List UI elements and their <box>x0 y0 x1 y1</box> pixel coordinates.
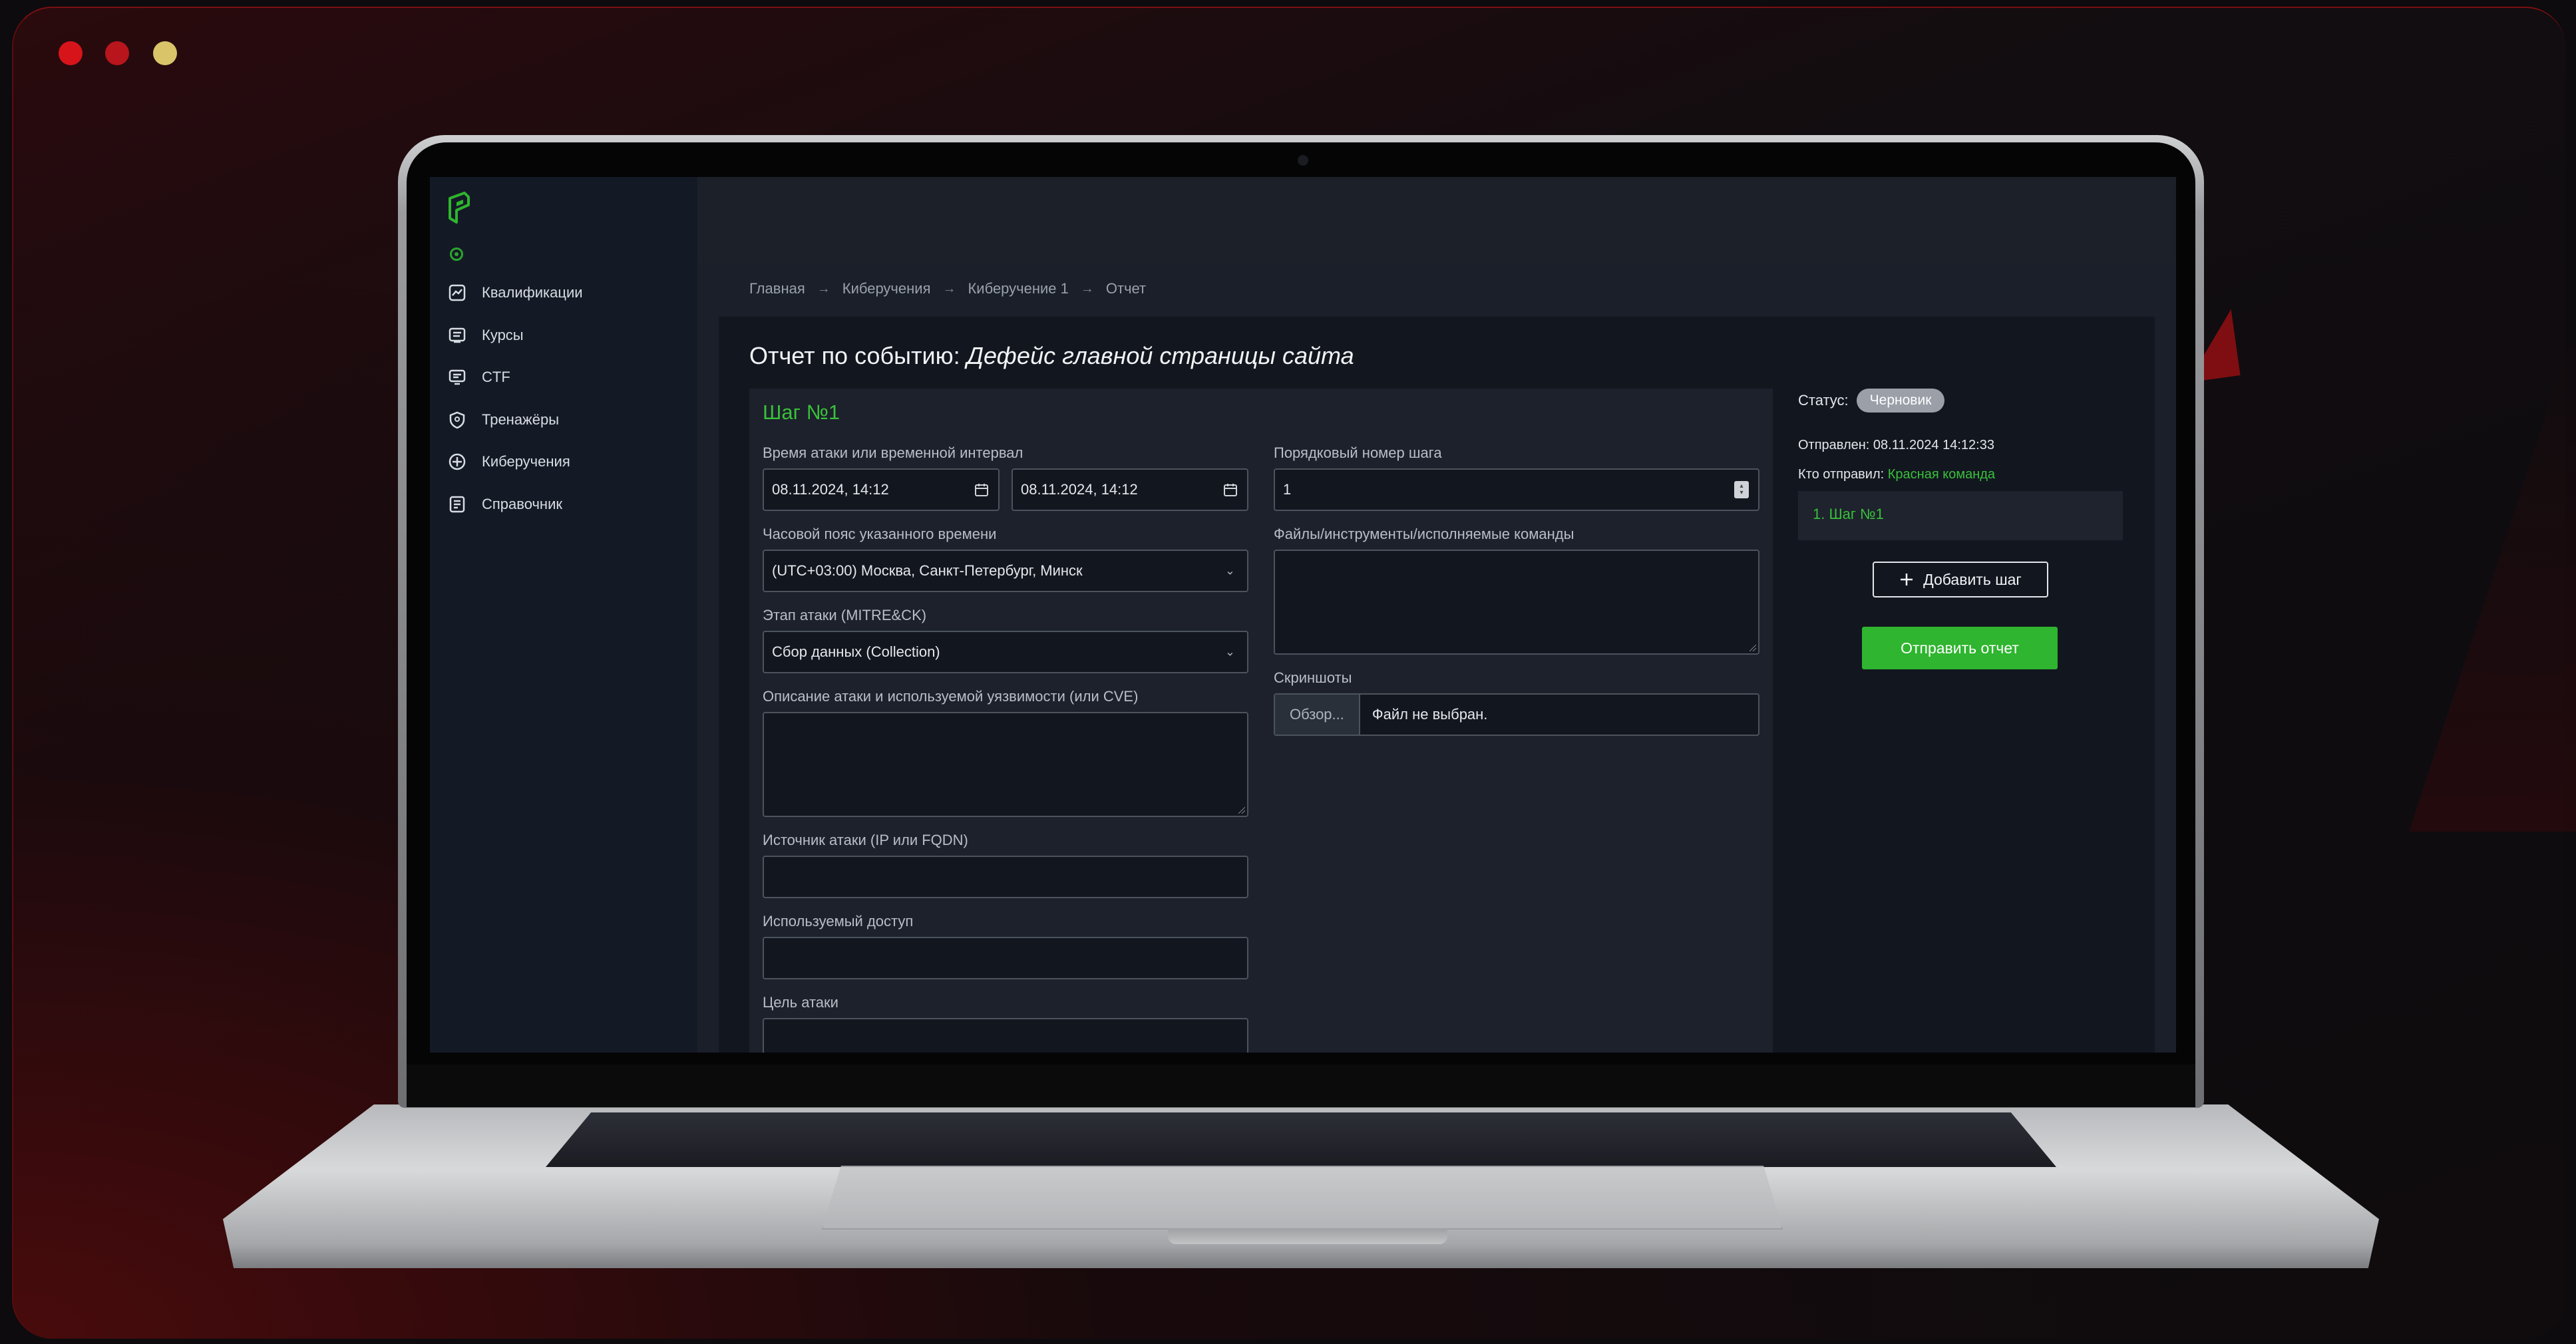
online-status-icon <box>450 248 463 261</box>
breadcrumb-exercise[interactable]: Киберучение 1 <box>968 280 1068 297</box>
monitor-icon <box>447 367 467 387</box>
target-label: Цель атаки <box>763 994 838 1011</box>
report-panel: Отчет по событию: Дефейс главной страниц… <box>719 317 2155 1053</box>
step-number-value: 1 <box>1283 481 1292 498</box>
sidebar-item-qualifications[interactable]: Квалификации <box>447 279 583 306</box>
add-step-button[interactable]: Добавить шаг <box>1873 562 2048 597</box>
breadcrumb-current: Отчет <box>1105 280 1147 297</box>
window-close-button[interactable] <box>59 41 83 65</box>
laptop-keyboard <box>546 1112 2056 1167</box>
time-to-value: 08.11.2024, 14:12 <box>1021 481 1138 498</box>
main-content: Главная → Киберучения → Киберучение 1 → … <box>697 177 2176 1053</box>
chevron-down-icon: ⌄ <box>1224 645 1235 659</box>
calendar-icon[interactable] <box>974 482 989 497</box>
breadcrumb-separator: → <box>817 281 830 296</box>
chevron-down-icon: ⌄ <box>1224 564 1235 578</box>
window-minimize-button[interactable] <box>105 41 129 65</box>
plus-icon <box>1901 574 1913 586</box>
step-title: Шаг №1 <box>763 401 840 424</box>
status-badge: Черновик <box>1856 389 1945 413</box>
app-screen: Квалификации Курсы CTF Тренажёры Киберуч… <box>430 177 2176 1053</box>
screenshots-label: Скриншоты <box>1274 669 1352 686</box>
source-input[interactable] <box>763 856 1248 898</box>
crosshair-icon <box>447 452 467 472</box>
sender-value: Красная команда <box>1887 467 1996 482</box>
page-title: Отчет по событию: Дефейс главной страниц… <box>749 342 1354 370</box>
app-logo-icon[interactable] <box>447 192 471 224</box>
time-from-input[interactable]: 08.11.2024, 14:12 <box>763 468 1000 511</box>
step-number-input[interactable]: 1 ▴ ▾ <box>1274 468 1759 511</box>
sidebar-item-label: Киберучения <box>482 453 570 470</box>
sidebar-item-label: Курсы <box>482 327 524 343</box>
files-textarea[interactable] <box>1274 550 1759 655</box>
stage-value: Сбор данных (Collection) <box>772 643 940 660</box>
stage-label: Этап атаки (MITRE&CK) <box>763 607 927 623</box>
sidebar-item-label: Тренажёры <box>482 411 560 428</box>
add-step-label: Добавить шаг <box>1923 570 2022 588</box>
steps-list-item[interactable]: 1. Шаг №1 <box>1813 506 1884 523</box>
top-bar <box>697 177 2176 263</box>
step-card: Шаг №1 Время атаки или временной интерва… <box>749 389 1773 1053</box>
event-name: Дефейс главной страницы сайта <box>966 342 1354 369</box>
stepper-icon[interactable]: ▴ ▾ <box>1734 481 1749 498</box>
timezone-value: (UTC+03:00) Москва, Санкт-Петербург, Мин… <box>772 562 1083 579</box>
status-label: Статус: <box>1798 392 1849 409</box>
sidebar-item-trainers[interactable]: Тренажёры <box>447 407 559 433</box>
access-label: Используемый доступ <box>763 913 914 929</box>
sidebar-item-label: CTF <box>482 369 510 385</box>
timezone-select[interactable]: (UTC+03:00) Москва, Санкт-Петербург, Мин… <box>763 550 1248 592</box>
source-label: Источник атаки (IP или FQDN) <box>763 832 968 848</box>
sidebar-item-label: Квалификации <box>482 284 583 301</box>
sidebar: Квалификации Курсы CTF Тренажёры Киберуч… <box>430 177 697 1053</box>
files-label: Файлы/инструменты/исполняемые команды <box>1274 526 1574 542</box>
description-textarea[interactable] <box>763 712 1248 817</box>
access-input[interactable] <box>763 937 1248 979</box>
browse-button[interactable]: Обзор... <box>1275 695 1360 735</box>
shield-icon <box>447 410 467 430</box>
breadcrumb-separator: → <box>1080 281 1094 296</box>
sender-info: Кто отправил: Красная команда <box>1798 467 1995 482</box>
camera-icon <box>1298 155 1308 166</box>
sidebar-item-label: Справочник <box>482 496 562 512</box>
sent-value: 08.11.2024 14:12:33 <box>1873 438 1994 452</box>
breadcrumb-separator: → <box>942 281 956 296</box>
breadcrumb-cyberexercises[interactable]: Киберучения <box>842 280 931 297</box>
laptop-chin <box>407 1065 2195 1107</box>
sidebar-item-reference[interactable]: Справочник <box>447 491 562 518</box>
title-prefix: Отчет по событию: <box>749 342 967 369</box>
time-to-input[interactable]: 08.11.2024, 14:12 <box>1012 468 1248 511</box>
document-icon <box>447 494 467 514</box>
sent-label: Отправлен: <box>1798 438 1870 452</box>
sidebar-item-courses[interactable]: Курсы <box>447 322 524 349</box>
breadcrumb-home[interactable]: Главная <box>749 280 805 297</box>
laptop-trackpad <box>822 1166 1783 1230</box>
description-label: Описание атаки и используемой уязвимости… <box>763 688 1139 705</box>
timezone-label: Часовой пояс указанного времени <box>763 526 997 542</box>
window-maximize-button[interactable] <box>153 41 177 65</box>
sidebar-item-cyberexercises[interactable]: Киберучения <box>447 448 570 475</box>
stage-select[interactable]: Сбор данных (Collection) ⌄ <box>763 631 1248 673</box>
breadcrumb: Главная → Киберучения → Киберучение 1 → … <box>749 280 1146 297</box>
step-number-label: Порядковый номер шага <box>1274 444 1442 461</box>
calendar-icon[interactable] <box>1223 482 1238 497</box>
submit-report-button[interactable]: Отправить отчет <box>1862 627 2058 669</box>
steps-list: 1. Шаг №1 <box>1798 491 2123 540</box>
screenshot-file-input[interactable]: Обзор... Файл не выбран. <box>1274 693 1759 736</box>
attack-time-label: Время атаки или временной интервал <box>763 444 1023 461</box>
laptop-notch <box>1168 1228 1447 1244</box>
target-input[interactable] <box>763 1018 1248 1053</box>
sender-label: Кто отправил: <box>1798 467 1885 482</box>
sent-info: Отправлен: 08.11.2024 14:12:33 <box>1798 438 1994 453</box>
chart-icon <box>447 283 467 303</box>
sidebar-item-ctf[interactable]: CTF <box>447 364 510 391</box>
file-status: Файл не выбран. <box>1372 706 1488 723</box>
time-from-value: 08.11.2024, 14:12 <box>772 481 889 498</box>
status-row: Статус: Черновик <box>1798 389 1945 413</box>
book-icon <box>447 325 467 345</box>
